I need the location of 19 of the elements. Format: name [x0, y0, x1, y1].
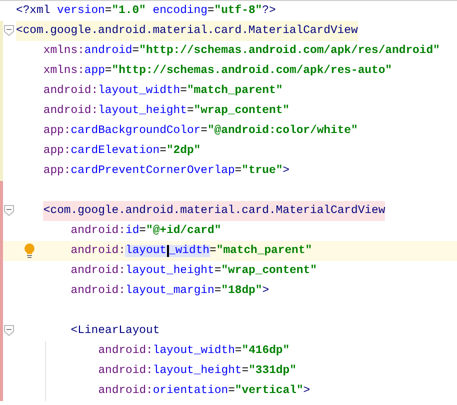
code-line: xmlns:android="http://schemas.android.com/apk/res/android" — [43, 44, 440, 59]
code-line: android:layout_height="wrap_content" — [43, 104, 290, 119]
code-line: <LinearLayout — [70, 324, 160, 339]
code-line: android:orientation="vertical"> — [98, 384, 310, 399]
code-line: android:layout_width="match_parent" — [43, 84, 283, 99]
fold-icon[interactable] — [4, 205, 14, 216]
code-line: <?xml version="1.0" encoding="utf-8"?> — [16, 4, 276, 19]
code-line: android:layout_height="wrap_content" — [70, 264, 317, 279]
fold-icon[interactable] — [4, 325, 14, 336]
code-line: android:layout_width="416dp" — [98, 344, 290, 359]
code-line: xmlns:app="http://schemas.android.com/apk/res-auto" — [43, 64, 392, 79]
code-line: app:cardElevation="2dp" — [43, 144, 201, 159]
lightbulb-icon[interactable] — [24, 243, 35, 258]
code-line: app:cardPreventCornerOverlap="true"> — [43, 164, 290, 179]
code-line: android:layout_height="331dp" — [98, 364, 296, 379]
fold-icon[interactable] — [4, 25, 14, 36]
code-line: android:id="@+id/card" — [70, 224, 222, 239]
code-line: app:cardBackgroundColor="@android:color/white" — [43, 124, 358, 139]
code-line: android:layout_margin="18dp"> — [70, 284, 270, 299]
